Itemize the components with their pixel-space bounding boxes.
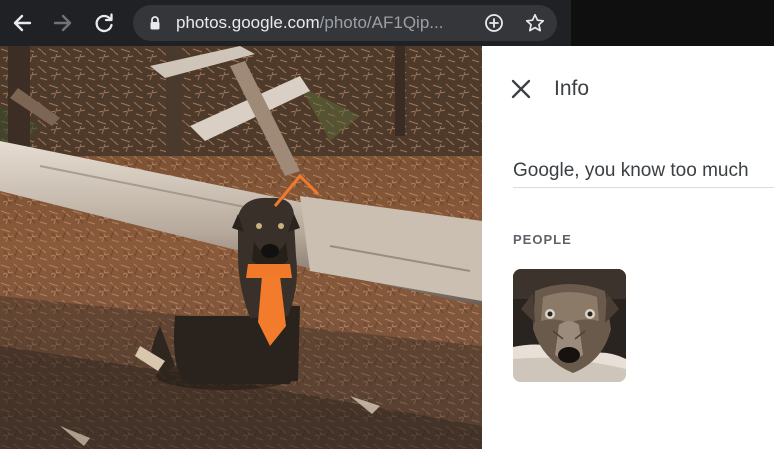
url-host: photos.google.com [176, 13, 320, 32]
toolbar-extension-area [571, 0, 774, 46]
url-text[interactable]: photos.google.com/photo/AF1Qip... [176, 13, 443, 33]
forward-button[interactable] [48, 8, 78, 38]
star-icon[interactable] [525, 13, 545, 33]
arrow-left-icon [13, 14, 32, 32]
people-heading: PEOPLE [513, 232, 572, 247]
url-path: /photo/AF1Qip... [319, 13, 444, 32]
dog-face-photo [513, 269, 626, 382]
description-field[interactable]: Google, you know too much [513, 157, 774, 188]
reload-icon [95, 13, 113, 33]
arrow-right-icon [53, 14, 72, 32]
info-panel-title: Info [554, 77, 590, 100]
browser-toolbar: photos.google.com/photo/AF1Qip... [0, 0, 774, 46]
plus-circle-icon[interactable] [484, 13, 504, 33]
address-bar[interactable]: photos.google.com/photo/AF1Qip... [133, 5, 557, 41]
lock-icon [150, 16, 160, 30]
photo-viewer-image[interactable] [0, 46, 482, 449]
close-info-button[interactable] [508, 76, 534, 102]
close-icon [511, 79, 531, 99]
reload-button[interactable] [89, 8, 119, 38]
description-text: Google, you know too much [513, 160, 749, 181]
back-button[interactable] [7, 8, 37, 38]
dog-in-forest-photo [0, 46, 482, 449]
person-face-thumbnail[interactable] [513, 269, 626, 382]
info-panel: Info Google, you know too much PEOPLE [482, 46, 774, 449]
